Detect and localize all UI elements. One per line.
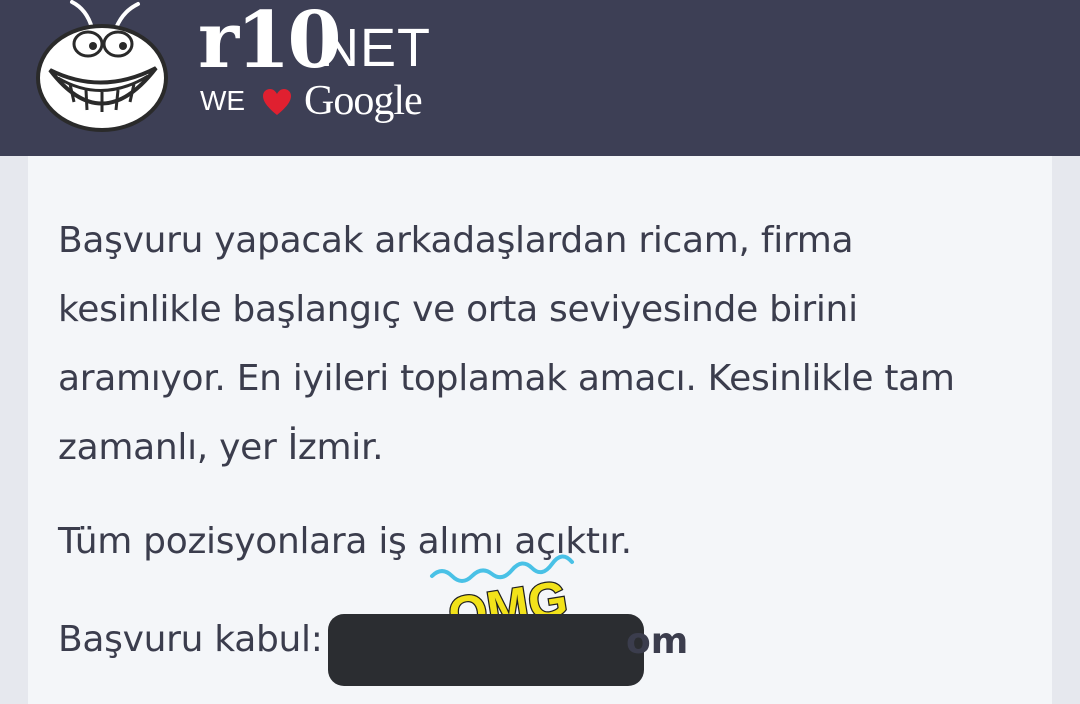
tagline-brand: Google (304, 78, 423, 124)
site-logo[interactable]: r10 NET WE Google (30, 0, 460, 140)
email-redaction-bar (328, 614, 644, 686)
tagline-prefix: WE (200, 85, 246, 116)
site-header: r10 NET WE Google (0, 0, 1080, 156)
post-paragraph-positions: Tüm pozisyonlara iş alımı açıktır. (58, 521, 632, 562)
email-visible-end: om (626, 621, 689, 662)
application-label: Başvuru kabul: (58, 619, 323, 660)
heart-icon (263, 89, 291, 115)
brand-suffix: NET (320, 18, 431, 78)
mascot-logo-icon (36, 0, 168, 132)
brand-name: r10 (198, 0, 342, 86)
post-paragraph-intro: Başvuru yapacak arkadaşlardan ricam, fir… (58, 220, 955, 468)
